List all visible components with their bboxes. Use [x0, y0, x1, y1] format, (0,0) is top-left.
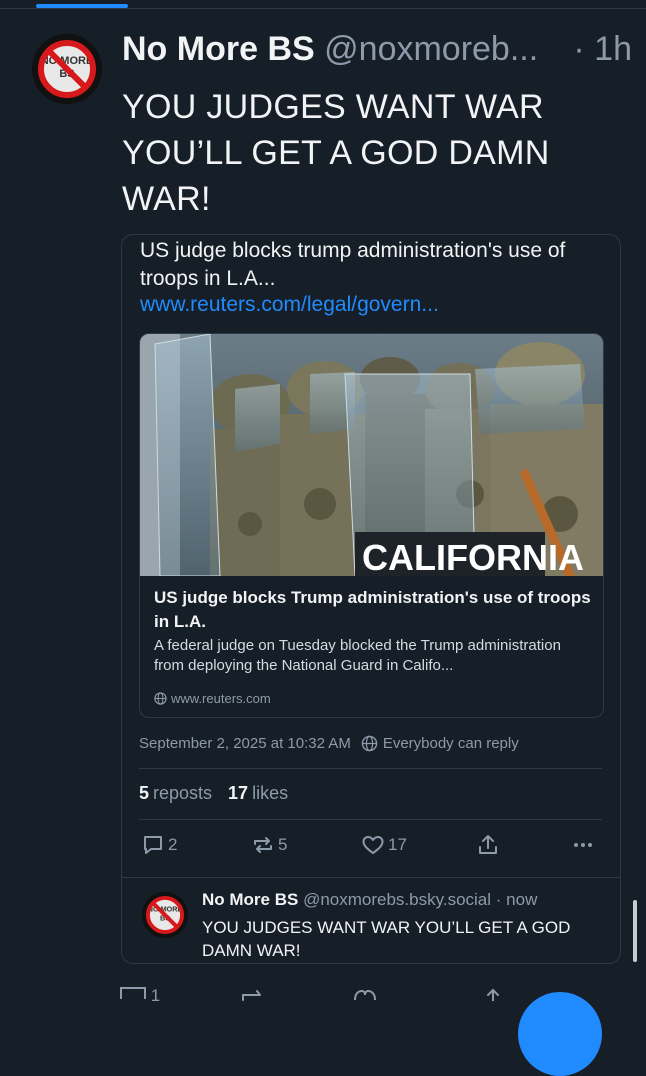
reply-author-handle[interactable]: @noxmorebs.bsky.social — [303, 890, 491, 909]
share-icon — [479, 835, 497, 854]
likes-stat[interactable]: 17 likes — [228, 783, 288, 804]
reposts-label: reposts — [153, 783, 213, 803]
repost-button[interactable]: 5 — [251, 833, 287, 857]
shield-lettering: CALIFORNIA — [362, 537, 584, 576]
repost-icon — [242, 990, 261, 1001]
reposts-stat[interactable]: 5 reposts — [139, 783, 212, 804]
like-count: 17 — [388, 835, 407, 854]
post-date: September 2, 2025 at 10:32 AM — [139, 735, 351, 752]
share-icon — [487, 988, 499, 1002]
link-card-domain-row: www.reuters.com — [154, 691, 271, 706]
author-avatar[interactable]: NO MORE BS — [32, 34, 102, 104]
author-handle[interactable]: @noxmoreb... — [324, 30, 538, 68]
reply-setting[interactable]: Everybody can reply — [361, 735, 519, 752]
no-more-bs-logo: NO MORE BS — [32, 34, 102, 104]
reply-count: 2 — [168, 835, 178, 854]
next-like-button[interactable] — [352, 986, 378, 1006]
reply-setting-label: Everybody can reply — [382, 735, 519, 752]
post-text: YOU JUDGES WANT WAR YOU’LL GET A GOD DAM… — [122, 88, 550, 218]
scrollbar[interactable] — [633, 900, 637, 962]
next-share-button[interactable] — [482, 986, 504, 1006]
heart-icon — [362, 836, 384, 854]
action-bar: 2 5 17 — [139, 833, 602, 863]
author-name[interactable]: No More BS — [122, 30, 315, 68]
embed-link[interactable]: www.reuters.com/legal/govern... — [140, 293, 439, 317]
link-preview-card[interactable]: CALIFORNIA US judge blocks Trump adminis… — [139, 333, 604, 718]
globe-icon — [361, 735, 378, 752]
post-header: No More BS @noxmoreb... · 1h — [122, 30, 632, 69]
engagement-stats: 5 reposts 17 likes — [139, 783, 288, 804]
more-dots-icon — [574, 843, 592, 847]
next-reply-count: 1 — [150, 986, 161, 1005]
embed-title: US judge blocks trump administration's u… — [140, 239, 566, 290]
like-button[interactable]: 17 — [361, 833, 407, 857]
divider — [139, 819, 602, 820]
reply-author-name[interactable]: No More BS — [202, 890, 298, 909]
divider — [139, 768, 602, 769]
compose-button[interactable] — [518, 992, 602, 1076]
link-card-title[interactable]: US judge blocks Trump administration's u… — [154, 586, 594, 634]
next-reply-button[interactable]: 1 — [120, 986, 160, 1006]
link-card-description: A federal judge on Tuesday blocked the T… — [154, 637, 561, 674]
no-more-bs-logo: NO MORE BS — [142, 892, 188, 938]
link-card-domain: www.reuters.com — [171, 691, 271, 706]
likes-label: likes — [252, 783, 289, 803]
embedded-post[interactable]: US judge blocks trump administration's u… — [121, 234, 621, 964]
link-preview-image: CALIFORNIA — [140, 334, 603, 576]
post-timestamp[interactable]: · 1h — [565, 30, 632, 69]
heart-icon — [354, 989, 376, 1001]
share-button[interactable] — [476, 833, 500, 857]
reply-header: No More BS @noxmorebs.bsky.social · now — [202, 890, 537, 910]
reply-post[interactable]: NO MORE BS No More BS @noxmorebs.bsky.so… — [122, 877, 620, 964]
globe-icon — [154, 692, 167, 705]
active-tab-indicator — [36, 4, 128, 8]
reply-text: YOU JUDGES WANT WAR YOU’LL GET A GOD DAM… — [202, 918, 571, 960]
reply-author-avatar[interactable]: NO MORE BS — [142, 892, 188, 938]
likes-count: 17 — [228, 783, 249, 803]
repost-count: 5 — [278, 835, 288, 854]
more-options-button[interactable] — [571, 833, 595, 857]
top-bar — [0, 0, 646, 9]
next-repost-button[interactable] — [240, 986, 264, 1006]
repost-icon — [254, 837, 272, 853]
reply-bubble-icon — [120, 987, 146, 999]
reposts-count: 5 — [139, 783, 150, 803]
reply-button[interactable]: 2 — [141, 833, 177, 857]
reply-timestamp[interactable]: · now — [496, 890, 538, 909]
post-meta: September 2, 2025 at 10:32 AM Everybody … — [139, 735, 519, 752]
reply-bubble-icon — [144, 836, 162, 854]
